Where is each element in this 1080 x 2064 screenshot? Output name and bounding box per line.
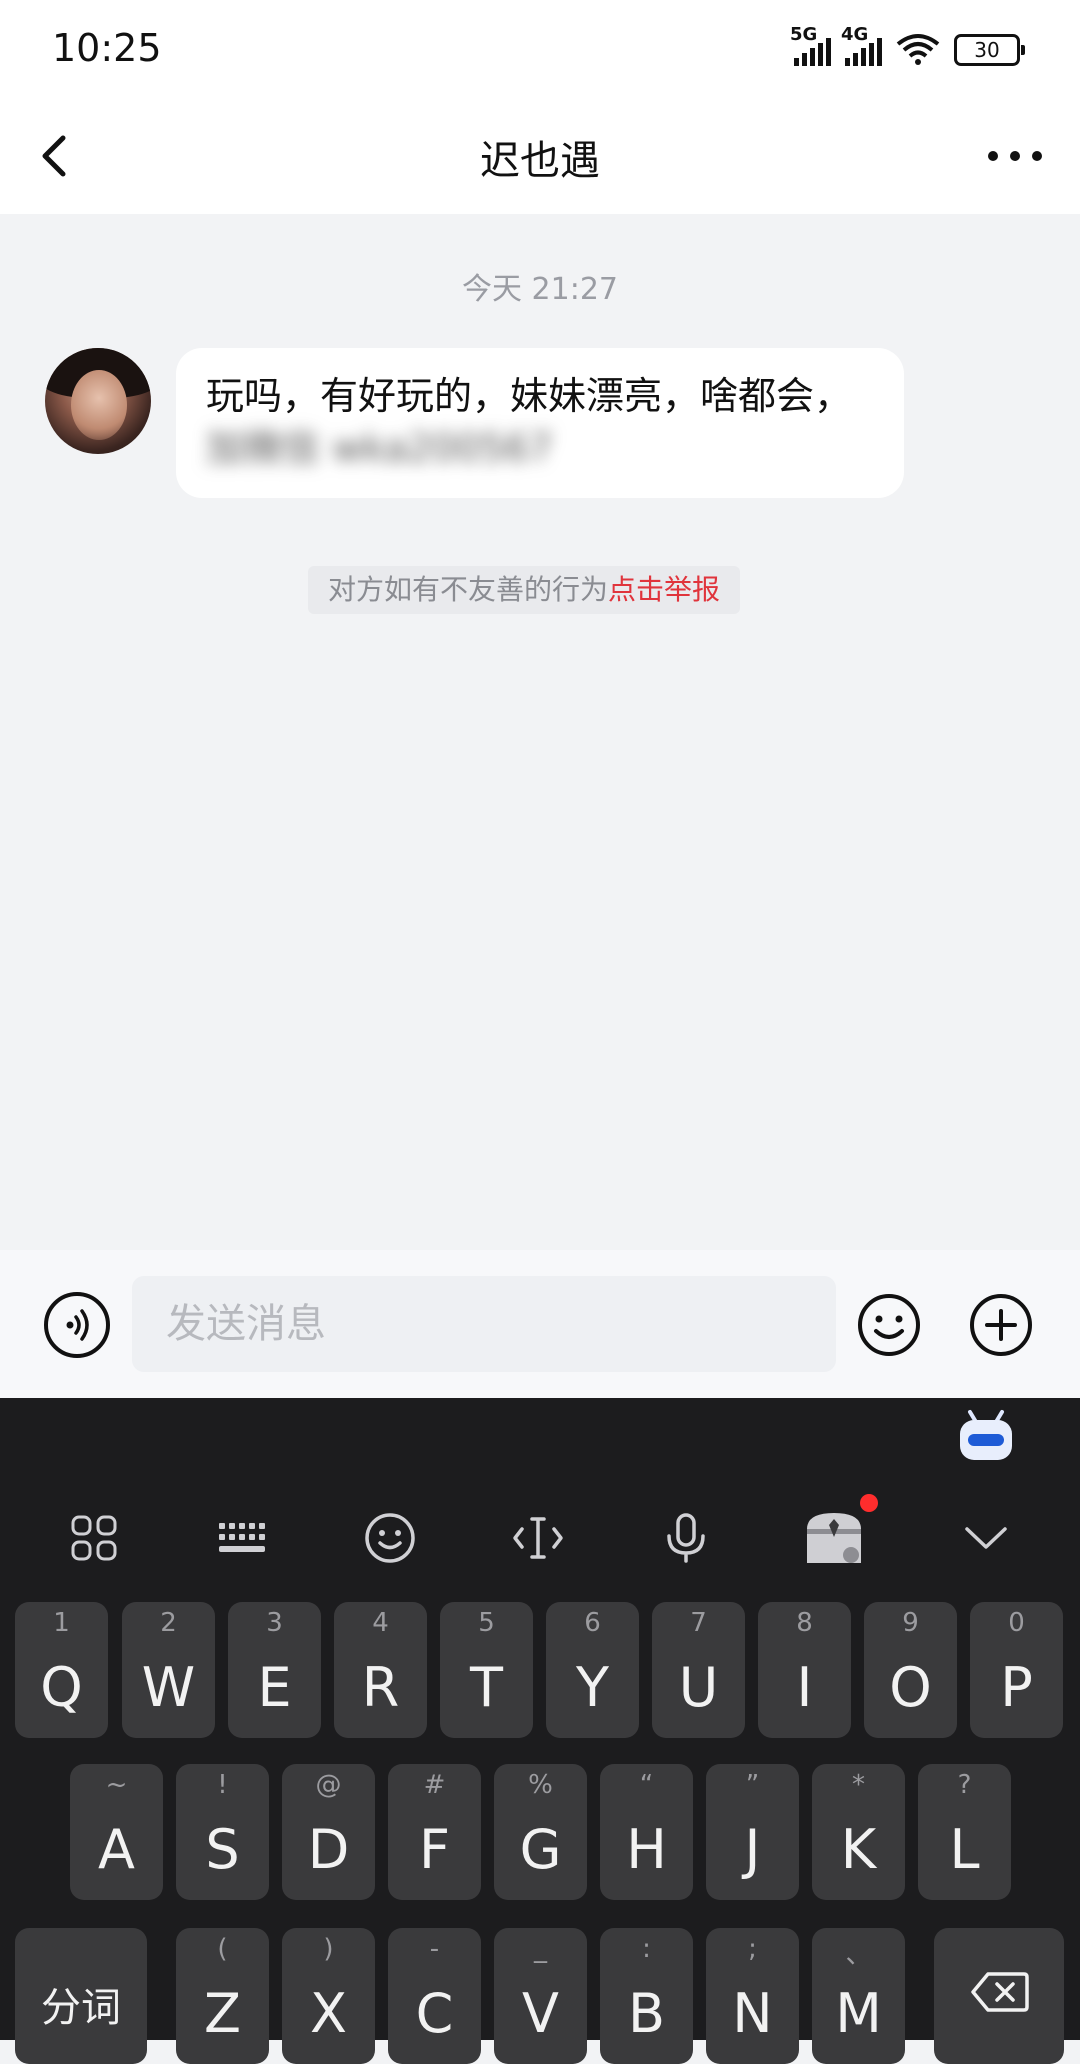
status-time: 10:25 (52, 26, 162, 70)
treasure-chest-icon (807, 1513, 861, 1563)
key-r[interactable]: 4R (334, 1602, 427, 1738)
key-q[interactable]: 1Q (15, 1602, 108, 1738)
message-text: 玩吗，有好玩的，妹妹漂亮，啥都会， (206, 374, 853, 418)
message-bubble[interactable]: 玩吗，有好玩的，妹妹漂亮，啥都会， 加微信 wka200567 (176, 348, 904, 498)
key-o[interactable]: 9O (864, 1602, 957, 1738)
message-timestamp: 今天 21:27 (462, 272, 618, 307)
avatar[interactable] (45, 348, 151, 454)
key-u[interactable]: 7U (652, 1602, 745, 1738)
key-l[interactable]: ? L (918, 1764, 1011, 1900)
voice-button[interactable] (44, 1292, 110, 1358)
keyboard-toolbar (0, 1494, 1080, 1578)
page-title: 迟也遇 (480, 138, 600, 184)
voice-icon (66, 1309, 89, 1341)
more-button[interactable] (980, 126, 1050, 186)
key-w[interactable]: 2W (122, 1602, 215, 1738)
chat-area[interactable]: 今天 21:27 玩吗，有好玩的，妹妹漂亮，啥都会，加微信 wka200567 … (0, 214, 1080, 1250)
more-horizontal-icon (988, 151, 1042, 161)
collapse-keyboard-button[interactable] (946, 1498, 1026, 1578)
report-link[interactable]: 点击举报 (608, 573, 720, 606)
treasure-button[interactable] (794, 1494, 878, 1578)
chevron-down-icon (965, 1527, 1007, 1549)
backspace-icon (971, 1972, 1029, 2012)
backspace-key[interactable] (934, 1928, 1064, 2064)
key-g[interactable]: % G (494, 1764, 587, 1900)
key-f[interactable]: # F (388, 1764, 481, 1900)
key-t[interactable]: 5T (440, 1602, 533, 1738)
key-d[interactable]: @ D (282, 1764, 375, 1900)
cursor-button[interactable] (498, 1498, 578, 1578)
key-n[interactable]: ; N (706, 1928, 799, 2064)
apps-grid-button[interactable] (54, 1498, 134, 1578)
assistant-robot-icon[interactable] (956, 1408, 1016, 1462)
key-x[interactable]: ) X (282, 1928, 375, 2064)
key-h[interactable]: “H (600, 1764, 693, 1900)
plus-button[interactable] (968, 1292, 1034, 1358)
key-s[interactable]: ! S (176, 1764, 269, 1900)
plus-circle-icon (970, 1294, 1032, 1356)
key-b[interactable]: :B (600, 1928, 693, 2064)
keyboard-emoji-button[interactable] (350, 1498, 430, 1578)
status-bar: 10:25 5G 4G 30 (0, 0, 1080, 100)
report-notice: 对方如有不友善的行为点击举报 (308, 566, 741, 614)
key-p[interactable]: 0P (970, 1602, 1063, 1738)
key-y[interactable]: 6Y (546, 1602, 639, 1738)
keyboard-layout-button[interactable] (202, 1498, 282, 1578)
emoji-button[interactable] (856, 1292, 922, 1358)
emoji-icon (858, 1294, 920, 1356)
key-e[interactable]: 3E (228, 1602, 321, 1738)
message-input[interactable] (132, 1276, 836, 1372)
keyboard-icon (219, 1523, 265, 1552)
report-notice-text: 对方如有不友善的行为 (328, 573, 609, 606)
battery-icon: 30 (954, 34, 1025, 66)
emoji-icon (365, 1513, 415, 1563)
key-m[interactable]: 、 M (812, 1928, 905, 2064)
key-k[interactable]: * K (812, 1764, 905, 1900)
apps-grid-icon (71, 1515, 117, 1561)
key-v[interactable]: _ V (494, 1928, 587, 2064)
key-z[interactable]: (Z (176, 1928, 269, 2064)
status-icons: 5G 4G 30 (790, 24, 1025, 66)
wifi-icon (896, 34, 940, 65)
key-i[interactable]: 8I (758, 1602, 851, 1738)
message-blurred-contact: 加微信 wka200567 (206, 426, 553, 470)
segment-key[interactable]: 分词 (15, 1928, 147, 2064)
microphone-icon (667, 1513, 705, 1563)
keyboard: 1Q 2W 3E 4R 5T 6Y 7U 8I 9O 0P ~ A ! S @ D #… (0, 1398, 1080, 2064)
signal-4g-icon: 4G (841, 24, 882, 66)
microphone-button[interactable] (646, 1498, 726, 1578)
notification-dot (860, 1494, 878, 1512)
key-j[interactable]: ” J (706, 1764, 799, 1900)
key-c[interactable]: -C (388, 1928, 481, 2064)
key-a[interactable]: ~ A (70, 1764, 163, 1900)
nav-bar: 迟也遇 (0, 100, 1080, 214)
cursor-icon (513, 1517, 563, 1559)
input-bar (0, 1250, 1080, 1398)
signal-5g-icon: 5G (790, 24, 831, 66)
